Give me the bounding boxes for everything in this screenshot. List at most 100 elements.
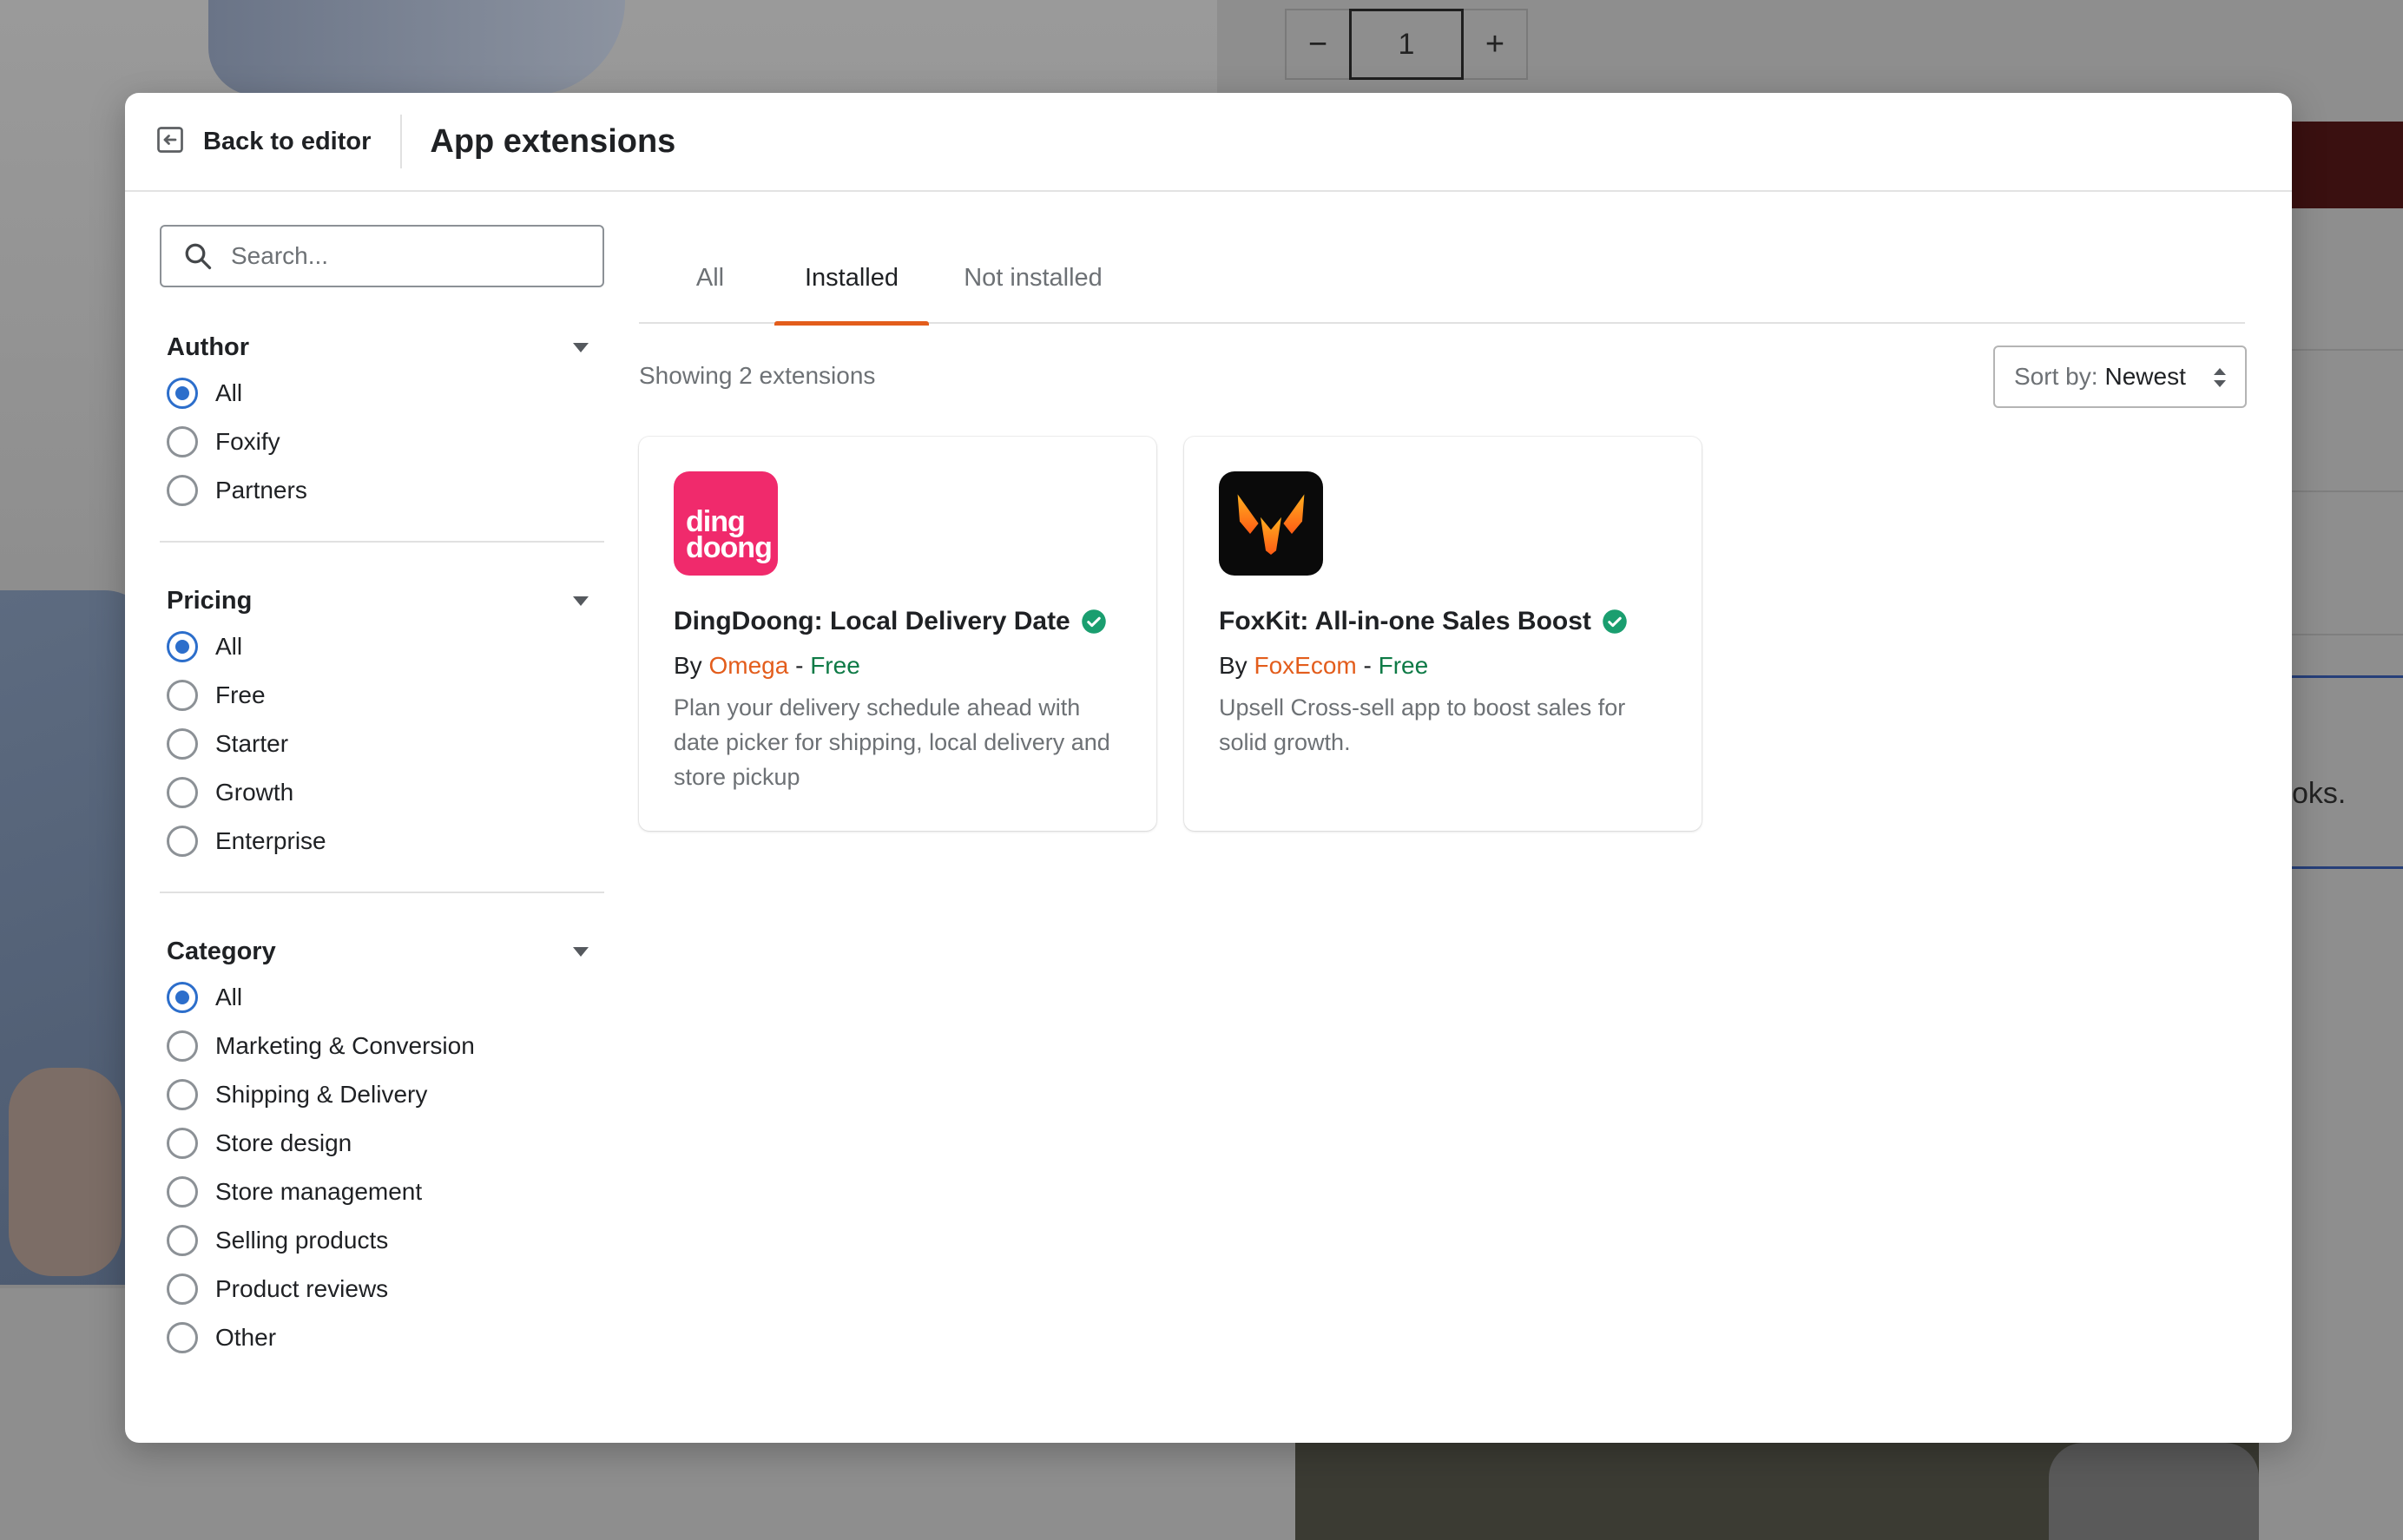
radio-icon[interactable] — [167, 1225, 198, 1256]
byline-prefix: By — [674, 652, 702, 679]
radio-option-category-marketing[interactable]: Marketing & Conversion — [160, 1022, 604, 1070]
logo-text: ding — [686, 505, 746, 538]
radio-icon[interactable] — [167, 1030, 198, 1062]
dingdoong-logo: ding doong — [674, 471, 778, 576]
radio-icon[interactable] — [167, 680, 198, 711]
radio-selected-icon[interactable] — [167, 631, 198, 662]
radio-label: Partners — [215, 477, 307, 503]
byline-separator: - — [1356, 652, 1379, 679]
select-arrows-icon — [2214, 368, 2226, 387]
filter-author-header[interactable]: Author — [160, 326, 604, 369]
radio-selected-icon[interactable] — [167, 982, 198, 1013]
background-blue-line — [2292, 866, 2403, 869]
sort-select[interactable]: Sort by: Newest — [1993, 346, 2247, 408]
radio-icon[interactable] — [167, 1322, 198, 1353]
extension-tabs: All Installed Not installed — [639, 232, 2245, 326]
extension-title: DingDoong: Local Delivery Date — [674, 607, 1070, 635]
radio-option-pricing-enterprise[interactable]: Enterprise — [160, 817, 604, 865]
radio-icon[interactable] — [167, 1176, 198, 1208]
radio-icon[interactable] — [167, 777, 198, 808]
tab-all[interactable]: All — [675, 232, 745, 324]
caret-down-icon — [573, 596, 589, 606]
back-arrow-icon — [155, 124, 186, 160]
search-box[interactable] — [160, 225, 604, 287]
filter-group-author: Author All Foxify Partners — [160, 326, 604, 543]
radio-option-pricing-starter[interactable]: Starter — [160, 720, 604, 768]
radio-option-author-foxify[interactable]: Foxify — [160, 418, 604, 466]
filter-category-header[interactable]: Category — [160, 930, 604, 973]
back-to-editor-label: Back to editor — [203, 127, 372, 155]
tab-installed[interactable]: Installed — [774, 232, 929, 326]
radio-icon[interactable] — [167, 728, 198, 760]
radio-label: Store management — [215, 1178, 423, 1205]
radio-option-category-product-reviews[interactable]: Product reviews — [160, 1265, 604, 1313]
sort-label: Sort by: — [2014, 363, 2098, 390]
modal-header: Back to editor App extensions — [125, 93, 2292, 192]
extension-description: Upsell Cross-sell app to boost sales for… — [1219, 694, 1626, 755]
radio-option-category-shipping[interactable]: Shipping & Delivery — [160, 1070, 604, 1119]
radio-icon[interactable] — [167, 475, 198, 506]
radio-icon[interactable] — [167, 426, 198, 457]
radio-label: Selling products — [215, 1227, 389, 1254]
radio-option-pricing-all[interactable]: All — [160, 622, 604, 671]
radio-label: Marketing & Conversion — [215, 1032, 475, 1059]
back-to-editor-button[interactable]: Back to editor — [155, 115, 371, 168]
background-qty-minus: − — [1307, 25, 1328, 63]
extension-byline: By FoxEcom - Free — [1219, 652, 1428, 680]
radio-option-category-selling-products[interactable]: Selling products — [160, 1216, 604, 1265]
app-extensions-modal: Back to editor App extensions Author All… — [125, 93, 2292, 1443]
radio-label: All — [215, 633, 243, 660]
radio-option-author-all[interactable]: All — [160, 369, 604, 418]
background-divider — [2292, 634, 2403, 635]
filter-pricing-title: Pricing — [167, 586, 253, 615]
extension-card[interactable]: ding doong DingDoong: Local Delivery Dat… — [639, 437, 1156, 831]
tab-not-installed[interactable]: Not installed — [941, 232, 1125, 324]
price-label: Free — [810, 652, 860, 679]
extension-name: FoxKit: All-in-one Sales Boost — [1219, 607, 1628, 636]
verified-check-icon — [1070, 609, 1107, 635]
background-quantity-stepper: − 1 + — [1285, 9, 1528, 80]
radio-option-category-other[interactable]: Other — [160, 1313, 604, 1362]
caret-down-icon — [573, 946, 589, 957]
filter-sidebar: Author All Foxify Partners Pricing All F… — [160, 225, 604, 1362]
radio-option-author-partners[interactable]: Partners — [160, 466, 604, 515]
radio-icon[interactable] — [167, 1273, 198, 1305]
radio-label: All — [215, 379, 243, 406]
author-link[interactable]: FoxEcom — [1254, 652, 1356, 679]
radio-label: Shipping & Delivery — [215, 1081, 428, 1108]
background-blue-line — [2292, 675, 2403, 678]
price-label: Free — [1378, 652, 1429, 679]
extension-description: Plan your delivery schedule ahead with d… — [674, 694, 1110, 790]
radio-icon[interactable] — [167, 1079, 198, 1110]
byline-prefix: By — [1219, 652, 1248, 679]
radio-selected-icon[interactable] — [167, 378, 198, 409]
radio-option-pricing-growth[interactable]: Growth — [160, 768, 604, 817]
radio-label: Free — [215, 681, 266, 708]
author-link[interactable]: Omega — [708, 652, 788, 679]
extension-name: DingDoong: Local Delivery Date — [674, 607, 1107, 636]
radio-option-pricing-free[interactable]: Free — [160, 671, 604, 720]
background-qty-plus: + — [1485, 25, 1505, 63]
radio-option-category-store-design[interactable]: Store design — [160, 1119, 604, 1168]
background-sleeve — [208, 0, 625, 95]
filter-group-category: Category All Marketing & Conversion Ship… — [160, 930, 604, 1362]
background-qty-value: 1 — [1349, 9, 1464, 80]
radio-label: Enterprise — [215, 827, 326, 854]
foxkit-logo — [1219, 471, 1323, 576]
logo-text: doong — [686, 531, 773, 564]
radio-option-category-all[interactable]: All — [160, 973, 604, 1022]
extension-card[interactable]: FoxKit: All-in-one Sales Boost By FoxEco… — [1184, 437, 1702, 831]
radio-label: Other — [215, 1324, 277, 1351]
radio-option-category-store-management[interactable]: Store management — [160, 1168, 604, 1216]
search-input[interactable] — [231, 242, 587, 270]
page-title: App extensions — [430, 122, 676, 160]
header-divider — [400, 115, 403, 168]
filter-category-title: Category — [167, 937, 276, 965]
radio-icon[interactable] — [167, 1128, 198, 1159]
filter-pricing-header[interactable]: Pricing — [160, 579, 604, 622]
radio-label: All — [215, 984, 243, 1010]
results-count: Showing 2 extensions — [639, 362, 876, 389]
background-shoe — [2049, 1443, 2259, 1540]
radio-icon[interactable] — [167, 826, 198, 857]
extension-byline: By Omega - Free — [674, 652, 860, 680]
